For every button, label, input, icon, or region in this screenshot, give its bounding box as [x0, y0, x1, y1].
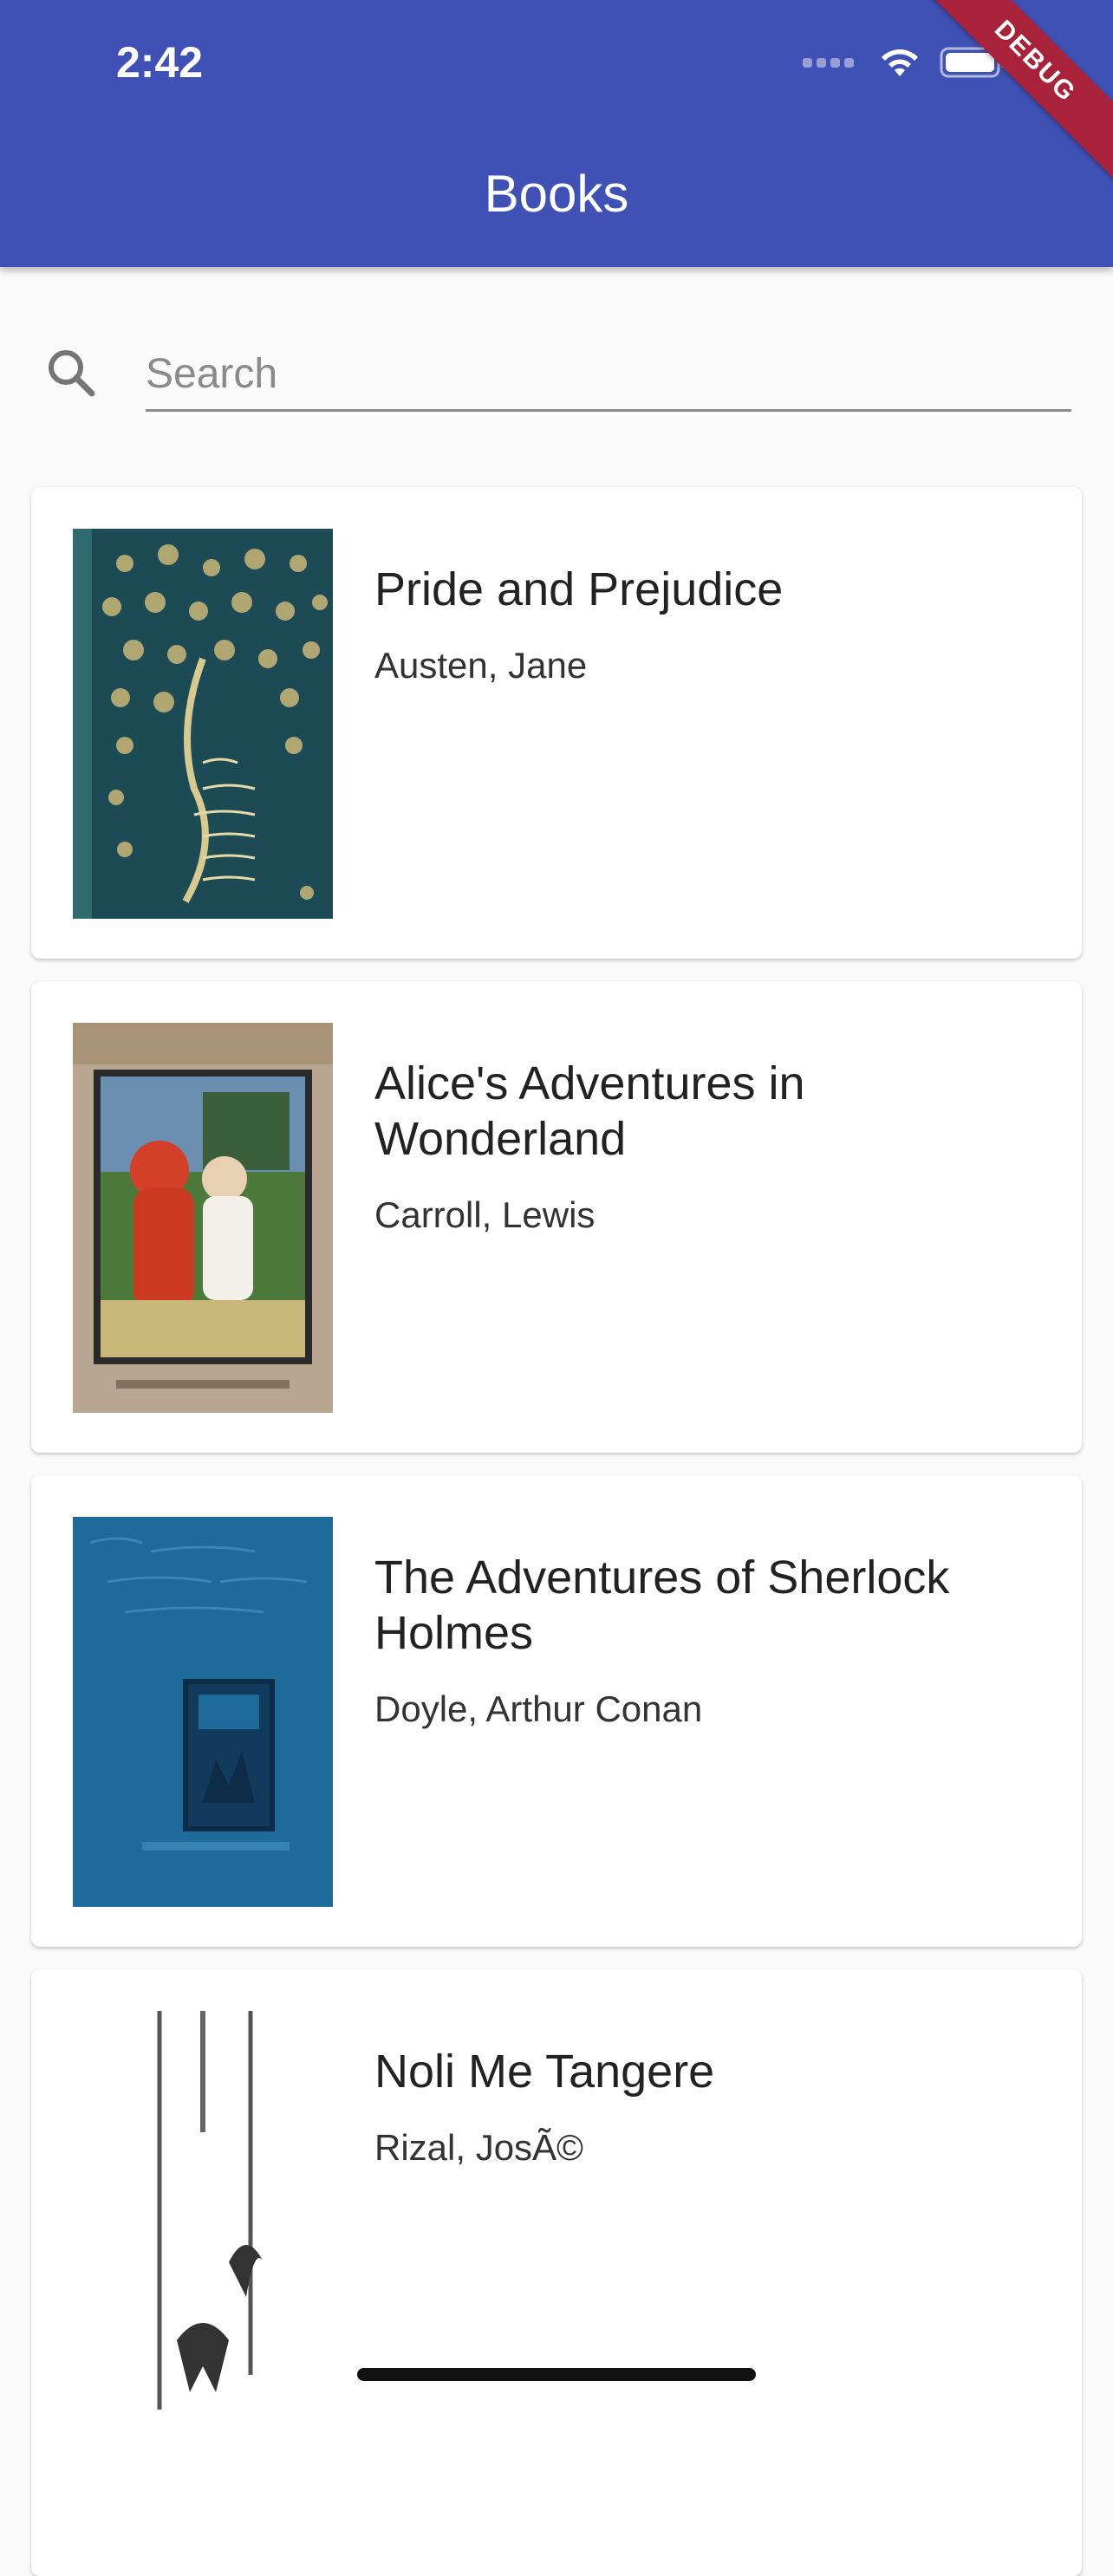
app-bar: 2:42 Books DEBUG — [0, 0, 1113, 267]
book-cover-image — [73, 529, 333, 919]
status-icons — [803, 42, 1009, 83]
book-title: Pride and Prejudice — [374, 563, 784, 615]
book-title: Alice's Adventures in Wonderland — [374, 1057, 805, 1165]
status-time: 2:42 — [116, 38, 204, 87]
book-card[interactable]: Pride and Prejudice Austen, Jane — [31, 487, 1082, 959]
book-cover-image — [73, 2011, 333, 2410]
cellular-signal-icon — [803, 57, 858, 68]
book-cover-image — [73, 1023, 333, 1413]
book-title: Noli Me Tangere — [374, 2046, 715, 2098]
book-card[interactable]: Noli Me Tangere Rizal, JosÃ© — [31, 1969, 1082, 2576]
book-cover-image — [73, 1517, 333, 1907]
book-author: Austen, Jane — [374, 645, 588, 686]
book-card[interactable]: The Adventures of Sherlock Holmes Doyle,… — [31, 1475, 1082, 1947]
wifi-icon — [882, 49, 918, 76]
home-indicator[interactable] — [357, 2368, 756, 2381]
book-author: Doyle, Arthur Conan — [374, 1688, 703, 1729]
book-author: Rizal, JosÃ© — [374, 2127, 584, 2168]
search-bar — [0, 267, 1113, 459]
book-card[interactable]: Alice's Adventures in Wonderland Carroll… — [31, 981, 1082, 1453]
search-icon — [49, 350, 95, 397]
page-title: Books — [484, 165, 629, 223]
book-author: Carroll, Lewis — [374, 1194, 596, 1235]
book-title: The Adventures of Sherlock Holmes — [374, 1551, 950, 1659]
search-input[interactable] — [146, 338, 1071, 412]
